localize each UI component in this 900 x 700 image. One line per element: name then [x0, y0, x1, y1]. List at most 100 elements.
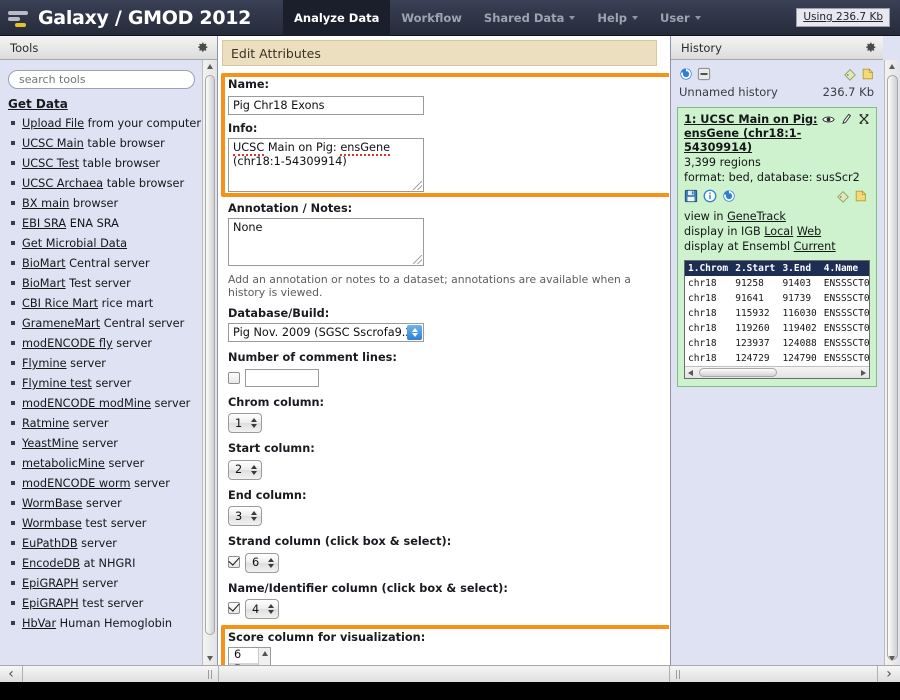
search-tools-input[interactable]	[8, 70, 195, 89]
tool-link[interactable]: UCSC Main	[22, 137, 84, 150]
name-input[interactable]	[228, 96, 424, 115]
gear-icon[interactable]	[864, 41, 877, 54]
tool-link[interactable]: WormBase	[22, 497, 82, 510]
nav-user[interactable]: User	[649, 0, 712, 36]
pencil-icon[interactable]	[841, 113, 852, 125]
tool-link[interactable]: Upload File	[22, 117, 84, 130]
scroll-left-icon[interactable]	[688, 370, 693, 376]
tool-list-item[interactable]: EncodeDB at NHGRI	[10, 554, 203, 574]
tool-link[interactable]: GrameneMart	[22, 317, 100, 330]
tool-link[interactable]: EpiGRAPH	[22, 597, 79, 610]
tool-link[interactable]: HbVar	[22, 617, 56, 630]
tool-list-item[interactable]: EuPathDB server	[10, 534, 203, 554]
strand-column-checkbox[interactable]	[228, 555, 240, 568]
tag-icon[interactable]	[843, 67, 857, 81]
tool-link[interactable]: metabolicMine	[22, 457, 105, 470]
info-icon[interactable]	[703, 189, 717, 203]
tool-list-item[interactable]: Flymine test server	[10, 374, 203, 394]
refresh-icon[interactable]	[679, 67, 693, 81]
tool-list-item[interactable]: Ratmine server	[10, 414, 203, 434]
annotation-textarea[interactable]: None	[228, 218, 424, 266]
link-ensembl-current[interactable]: Current	[794, 240, 836, 253]
tool-section-get-data[interactable]: Get Data	[8, 97, 203, 111]
tool-list-item[interactable]: EBI SRA ENA SRA	[10, 214, 203, 234]
tool-list-item[interactable]: modENCODE fly server	[10, 334, 203, 354]
start-column-stepper[interactable]: 2	[228, 459, 262, 480]
tool-list-item[interactable]: Wormbase test server	[10, 514, 203, 534]
tool-link[interactable]: Get Microbial Data	[22, 237, 127, 250]
chrom-column-stepper[interactable]: 1	[228, 413, 262, 433]
nav-analyze-data[interactable]: Analyze Data	[283, 0, 391, 36]
nameid-column-stepper[interactable]: 4	[245, 599, 279, 619]
gear-icon[interactable]	[196, 41, 209, 54]
info-textarea[interactable]: UCSC Main on Pig: ensGene (chr18:1-54309…	[228, 138, 424, 192]
delete-x-icon[interactable]	[858, 113, 870, 125]
peek-horizontal-scrollbar[interactable]	[685, 366, 869, 378]
tool-list-item[interactable]: HbVar Human Hemoglobin	[10, 614, 203, 634]
tool-link[interactable]: modENCODE fly	[22, 337, 113, 350]
listbox-scrollbar[interactable]	[258, 648, 270, 665]
tool-list-item[interactable]: BioMart Central server	[10, 254, 203, 274]
tool-link[interactable]: modENCODE modMine	[22, 397, 151, 410]
annotate-icon[interactable]	[861, 67, 875, 81]
score-column-listbox[interactable]: 6543	[228, 647, 271, 665]
eye-icon[interactable]	[822, 114, 835, 125]
tool-link[interactable]: YeastMine	[22, 437, 79, 450]
nav-shared-data[interactable]: Shared Data	[473, 0, 587, 36]
collapse-all-icon[interactable]	[697, 67, 711, 81]
tool-list-item[interactable]: EpiGRAPH server	[10, 574, 203, 594]
tool-list-item[interactable]: UCSC Main table browser	[10, 134, 203, 154]
link-igb-web[interactable]: Web	[797, 225, 821, 238]
collapse-right-panel-button[interactable]: ›	[878, 666, 900, 682]
select-updown-icon[interactable]	[407, 325, 422, 340]
database-build-select[interactable]: Pig Nov. 2009 (SGSC Sscrofa9.2/susScr2)	[228, 323, 424, 342]
history-panel-scrollbar[interactable]	[884, 60, 899, 665]
tool-list-item[interactable]: EpiGRAPH test server	[10, 594, 203, 614]
tool-list-item[interactable]: YeastMine server	[10, 434, 203, 454]
tool-link[interactable]: BioMart	[22, 257, 66, 270]
tool-link[interactable]: BioMart	[22, 277, 66, 290]
stepper-arrows-icon[interactable]	[250, 416, 259, 430]
save-disk-icon[interactable]	[684, 189, 698, 203]
tool-list-item[interactable]: Flymine server	[10, 354, 203, 374]
resize-grip-icon[interactable]	[413, 255, 422, 264]
tool-link[interactable]: UCSC Test	[22, 157, 79, 170]
dataset-title[interactable]: 1: UCSC Main on Pig: ensGene (chr18:1-54…	[684, 113, 834, 155]
nav-workflow[interactable]: Workflow	[390, 0, 473, 36]
tool-list-item[interactable]: UCSC Archaea table browser	[10, 174, 203, 194]
link-igb-local[interactable]: Local	[764, 225, 793, 238]
tool-list-item[interactable]: metabolicMine server	[10, 454, 203, 474]
left-panel-drag-handle[interactable]	[206, 670, 215, 679]
tool-link[interactable]: UCSC Archaea	[22, 177, 103, 190]
tool-list-item[interactable]: modENCODE modMine server	[10, 394, 203, 414]
tool-list-item[interactable]: CBI Rice Mart rice mart	[10, 294, 203, 314]
tool-link[interactable]: CBI Rice Mart	[22, 297, 98, 310]
annotate-icon[interactable]	[854, 189, 868, 203]
tool-panel-scrollbar[interactable]	[202, 60, 216, 665]
tool-link[interactable]: BX main	[22, 197, 69, 210]
tool-list-item[interactable]: BioMart Test server	[10, 274, 203, 294]
tool-link[interactable]: EpiGRAPH	[22, 577, 79, 590]
tool-list-item[interactable]: WormBase server	[10, 494, 203, 514]
stepper-arrows-icon[interactable]	[267, 556, 276, 570]
comment-lines-checkbox[interactable]	[228, 371, 240, 384]
stepper-arrows-icon[interactable]	[267, 602, 276, 616]
comment-lines-input[interactable]	[245, 368, 319, 387]
scroll-up-icon[interactable]	[885, 60, 899, 73]
collapse-left-panel-button[interactable]: ‹	[0, 666, 22, 682]
scroll-down-icon[interactable]	[885, 652, 899, 665]
tool-link[interactable]: EBI SRA	[22, 217, 66, 230]
tool-link[interactable]: Ratmine	[22, 417, 69, 430]
tool-list-item[interactable]: Upload File from your computer	[10, 114, 203, 134]
quota-usage-link[interactable]: Using 236.7 Kb	[796, 8, 890, 27]
tool-link[interactable]: Wormbase	[22, 517, 82, 530]
tool-list-item[interactable]: Get Microbial Data	[10, 234, 203, 254]
end-column-stepper[interactable]: 3	[228, 506, 262, 526]
scroll-up-icon[interactable]	[262, 651, 268, 656]
tool-list-item[interactable]: GrameneMart Central server	[10, 314, 203, 334]
strand-column-stepper[interactable]: 6	[245, 552, 279, 573]
resize-grip-icon[interactable]	[413, 181, 422, 190]
brand-area[interactable]: Galaxy / GMOD 2012	[8, 0, 251, 36]
tool-list-item[interactable]: BX main browser	[10, 194, 203, 214]
rerun-icon[interactable]	[722, 189, 736, 203]
